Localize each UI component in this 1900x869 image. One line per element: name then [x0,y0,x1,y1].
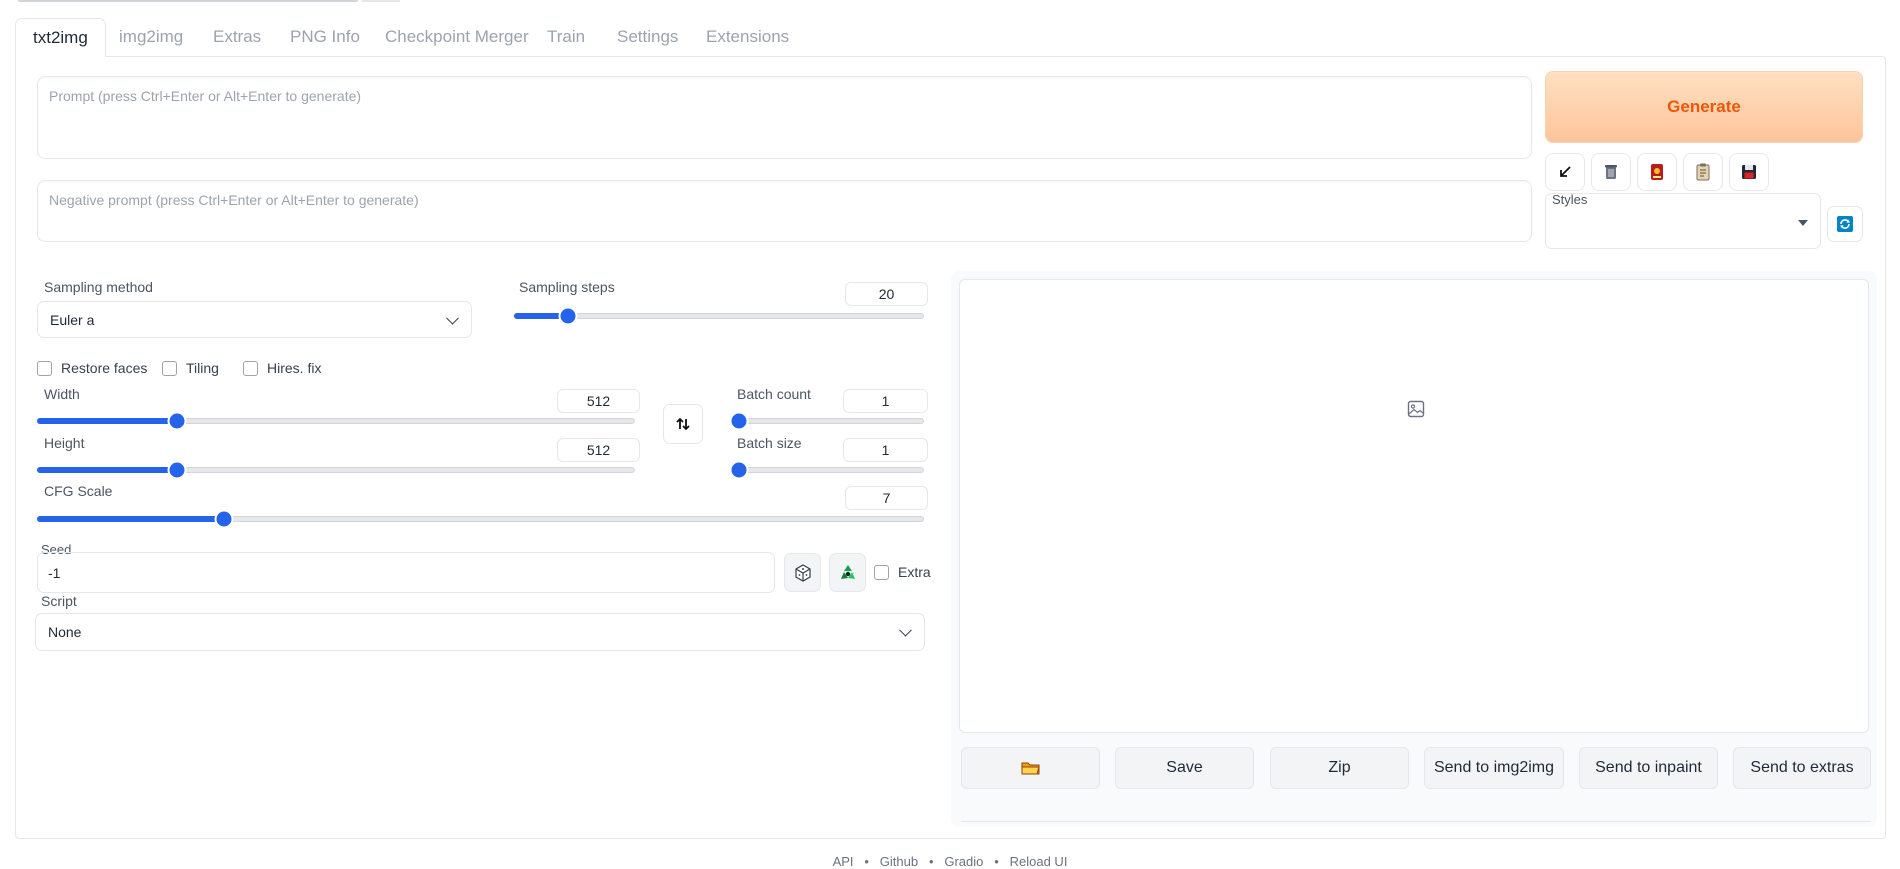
caret-down-icon [1798,220,1808,226]
slider-fill [37,516,223,522]
chevron-down-icon [446,311,459,325]
folder-icon [1021,762,1040,775]
clear-prompt-button[interactable] [1591,153,1631,191]
batch-size-label: Batch size [737,435,802,451]
cfg-scale-input[interactable]: 7 [845,486,928,510]
image-placeholder-icon [1407,400,1425,418]
height-label: Height [44,435,85,451]
sampling-steps-slider[interactable] [514,308,924,324]
top-bar-secondary [362,0,400,2]
reuse-seed-button[interactable] [829,553,866,592]
width-input[interactable]: 512 [557,389,640,413]
slider-thumb[interactable] [731,462,747,478]
tiling-label: Tiling [186,360,219,376]
cfg-scale-label: CFG Scale [44,483,113,499]
restore-faces-checkbox[interactable] [37,361,52,376]
tab-png-info[interactable]: PNG Info [273,18,377,56]
slider-fill [514,313,568,319]
batch-count-slider[interactable] [731,413,924,429]
recycle-icon [840,564,855,579]
footer-link-gradio[interactable]: Gradio [944,854,983,869]
cfg-scale-slider[interactable] [37,511,924,527]
width-slider[interactable] [37,413,635,429]
tab-train[interactable]: Train [530,18,602,56]
script-value: None [48,624,82,640]
top-bar [18,0,358,2]
send-to-extras-button[interactable]: Send to extras [1733,747,1871,789]
hires-fix-label: Hires. fix [267,360,322,376]
sampling-steps-label: Sampling steps [519,279,615,295]
apply-style-button[interactable] [1683,153,1723,191]
script-select[interactable]: None [35,613,925,651]
tab-img2img[interactable]: img2img [102,18,200,56]
slider-fill [37,467,176,473]
trash-icon [1605,165,1617,179]
generate-button[interactable]: Generate [1545,71,1863,143]
read-params-button[interactable] [1545,153,1585,191]
restore-faces-label: Restore faces [61,360,148,376]
batch-size-input[interactable]: 1 [843,438,928,462]
tiling-checkbox[interactable] [162,361,177,376]
red-card-icon [1651,164,1663,180]
prompt-input[interactable] [37,76,1532,159]
slider-thumb[interactable] [731,413,747,429]
footer-separator: • [987,854,1006,869]
send-to-inpaint-button[interactable]: Send to inpaint [1579,747,1718,789]
footer-separator: • [921,854,941,869]
send-to-img2img-button[interactable]: Send to img2img [1424,747,1564,789]
tab-settings[interactable]: Settings [600,18,695,56]
footer-link-api[interactable]: API [833,854,854,869]
tab-txt2img[interactable]: txt2img [15,18,106,57]
width-label: Width [44,386,80,402]
seed-input[interactable]: -1 [37,552,775,593]
script-label: Script [41,593,77,609]
open-folder-button[interactable] [961,747,1100,789]
output-gallery[interactable] [959,279,1869,733]
sampling-method-label: Sampling method [44,279,153,295]
batch-count-label: Batch count [737,386,811,402]
height-input[interactable]: 512 [557,438,640,462]
height-slider[interactable] [37,462,635,478]
footer-link-reload-ui[interactable]: Reload UI [1010,854,1068,869]
extra-networks-button[interactable] [1637,153,1677,191]
styles-label: Styles [1552,192,1588,207]
clipboard-icon [1696,163,1710,181]
tab-extensions[interactable]: Extensions [689,18,806,56]
random-seed-button[interactable] [784,553,821,592]
slider-thumb[interactable] [560,308,576,324]
dice-icon [794,563,811,582]
arrow-down-left-icon [1560,166,1571,177]
slider-thumb[interactable] [216,511,232,527]
footer-link-github[interactable]: Github [880,854,918,869]
swap-dimensions-button[interactable] [663,404,703,444]
floppy-disk-icon [1742,165,1756,179]
hires-fix-checkbox[interactable] [243,361,258,376]
negative-prompt-input[interactable] [37,180,1532,242]
sampling-steps-input[interactable]: 20 [845,282,928,306]
styles-dropdown[interactable]: Styles [1545,192,1821,249]
seed-value: -1 [48,565,61,581]
tab-extras[interactable]: Extras [196,18,278,56]
sampling-method-value: Euler a [50,311,95,328]
save-button[interactable]: Save [1115,747,1254,789]
chevron-down-icon [899,623,912,637]
slider-fill [37,418,176,424]
refresh-styles-button[interactable] [1827,206,1863,242]
slider-thumb[interactable] [169,462,185,478]
zip-button[interactable]: Zip [1270,747,1409,789]
batch-count-input[interactable]: 1 [843,389,928,413]
save-style-button[interactable] [1729,153,1769,191]
batch-size-slider[interactable] [731,462,924,478]
extra-seed-checkbox[interactable] [874,565,889,580]
extra-seed-label: Extra [898,564,931,580]
footer-links: API • Github • Gradio • Reload UI [0,854,1900,869]
divider [961,821,1871,822]
slider-thumb[interactable] [169,413,185,429]
sampling-method-select[interactable]: Euler a [37,301,472,338]
tab-checkpoint-merger[interactable]: Checkpoint Merger [368,18,546,56]
refresh-icon [1837,216,1853,232]
swap-arrows-icon [676,417,690,431]
footer-separator: • [857,854,877,869]
